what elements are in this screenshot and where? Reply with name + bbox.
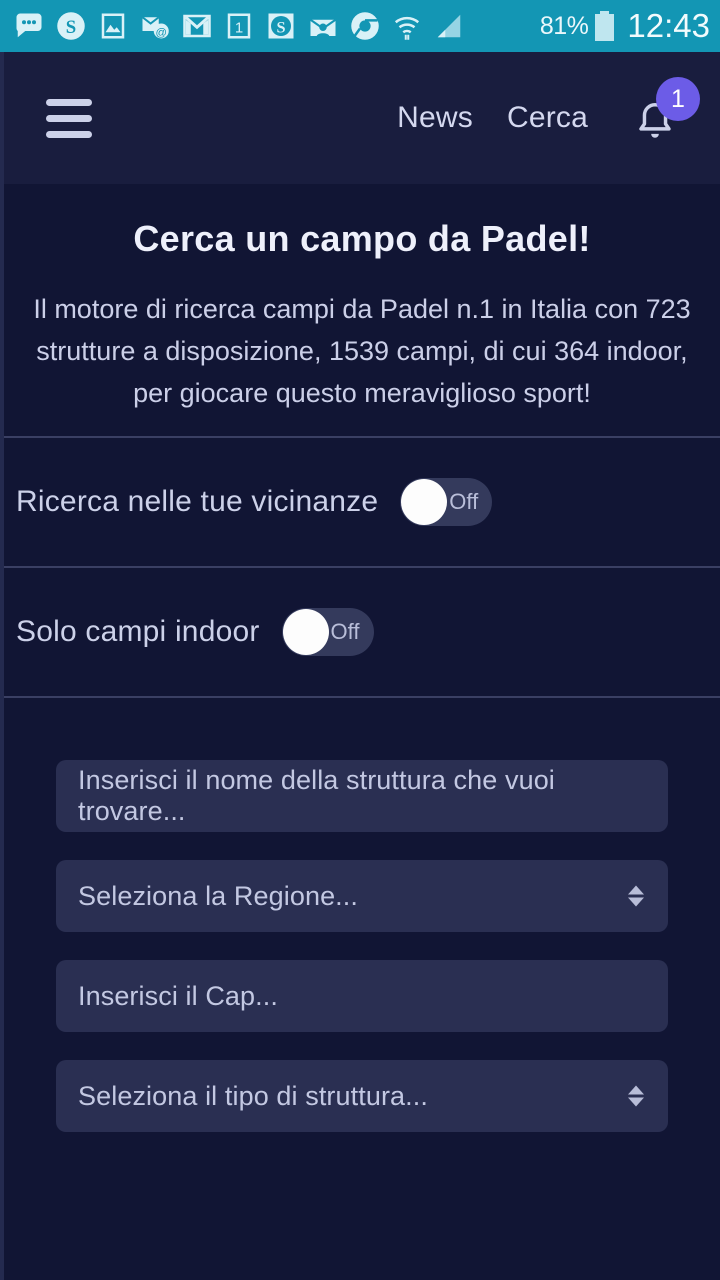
toggle-label-indoor: Solo campi indoor [16, 615, 260, 648]
structure-name-placeholder: Inserisci il nome della struttura che vu… [78, 765, 555, 826]
chevron-updown-icon [628, 885, 644, 907]
svg-text:S: S [66, 17, 76, 38]
messages-icon [14, 11, 44, 41]
toggle-state-nearby: Off [449, 489, 479, 514]
status-bar-system-indicators: 81% 12:43 [540, 7, 710, 45]
nav-link-cerca[interactable]: Cerca [507, 101, 588, 135]
battery-percent-label: 81% [539, 11, 589, 40]
structure-type-select[interactable]: Seleziona il tipo di struttura... [56, 1060, 668, 1132]
app-navbar: News Cerca 1 [4, 52, 720, 184]
photos-icon [98, 11, 128, 41]
svg-text:S: S [276, 18, 285, 36]
signal-icon [434, 11, 464, 41]
status-bar-notification-icons: S @ 1 S [14, 11, 530, 41]
toggle-knob [282, 609, 329, 655]
search-form: Inserisci il nome della struttura che vu… [4, 698, 720, 1132]
region-select-placeholder: Seleziona la Regione... [78, 880, 358, 911]
svg-text:@: @ [156, 27, 167, 39]
hamburger-menu-icon[interactable] [46, 98, 92, 138]
cap-input[interactable]: Inserisci il Cap... [56, 960, 668, 1032]
svg-text:1: 1 [235, 19, 243, 36]
toggle-knob [401, 479, 448, 525]
battery-icon [595, 11, 615, 41]
notification-bell-button[interactable]: 1 [630, 77, 700, 149]
notification-badge: 1 [656, 77, 700, 121]
mail-at-icon: @ [140, 11, 170, 41]
toggle-switch-nearby[interactable]: Off [400, 478, 493, 526]
skype-business-icon: S [266, 11, 296, 41]
toggle-state-indoor: Off [330, 619, 360, 644]
page-title: Cerca un campo da Padel! [133, 218, 591, 259]
hero-section: Cerca un campo da Padel! Il motore di ri… [4, 184, 720, 436]
calendar-one-icon: 1 [224, 11, 254, 41]
chevron-updown-icon [628, 1085, 644, 1107]
chrome-icon [350, 11, 380, 41]
app-viewport: News Cerca 1 Cerca un campo da Padel! Il… [0, 52, 720, 1280]
toggle-switch-indoor[interactable]: Off [281, 608, 374, 656]
hero-description: Il motore di ricerca campi da Padel n.1 … [33, 294, 691, 408]
envelope-contact-icon [308, 11, 338, 41]
toggle-row-indoor: Solo campi indoor Off [4, 568, 720, 696]
toggle-row-nearby: Ricerca nelle tue vicinanze Off [4, 438, 720, 566]
wifi-icon [392, 11, 422, 41]
skype-icon: S [56, 11, 86, 41]
nav-link-news[interactable]: News [397, 101, 473, 135]
structure-type-placeholder: Seleziona il tipo di struttura... [78, 1080, 428, 1111]
gmail-icon [182, 11, 212, 41]
structure-name-input[interactable]: Inserisci il nome della struttura che vu… [56, 760, 668, 832]
navbar-links: News Cerca 1 [397, 77, 700, 149]
region-select[interactable]: Seleziona la Regione... [56, 860, 668, 932]
cap-input-placeholder: Inserisci il Cap... [78, 980, 278, 1011]
toggle-label-nearby: Ricerca nelle tue vicinanze [16, 485, 379, 518]
android-status-bar: S @ 1 S 81% 12:43 [0, 0, 720, 52]
status-bar-clock: 12:43 [627, 7, 710, 44]
